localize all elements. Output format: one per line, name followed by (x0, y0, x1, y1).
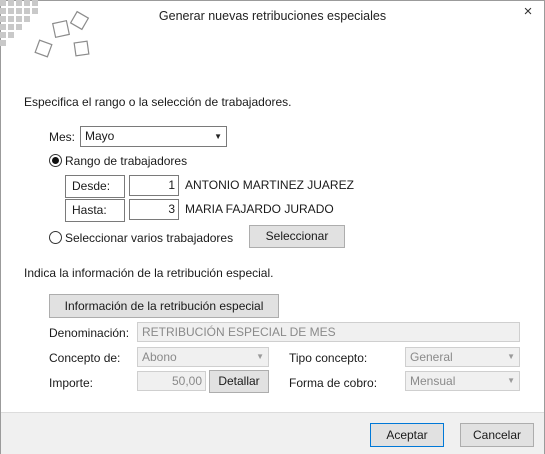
tipo-concepto-label: Tipo concepto: (289, 351, 368, 365)
dialog-title: Generar nuevas retribuciones especiales (158, 9, 387, 23)
forma-cobro-label: Forma de cobro: (289, 376, 378, 390)
forma-cobro-select-value: Mensual (410, 374, 456, 388)
close-icon[interactable]: × (520, 4, 536, 20)
denominacion-label: Denominación: (49, 326, 130, 340)
radio-multi-label[interactable]: Seleccionar varios trabajadores (65, 231, 233, 245)
radio-range-label[interactable]: Rango de trabajadores (65, 154, 187, 168)
mes-select-value: Mayo (85, 129, 115, 143)
hasta-label: Hasta: (65, 199, 125, 222)
info-section-heading: Indica la información de la retribución … (24, 266, 274, 280)
radio-range[interactable] (49, 154, 62, 167)
chevron-down-icon: ▼ (507, 352, 515, 361)
detallar-button[interactable]: Detallar (209, 370, 269, 393)
mes-label: Mes: (49, 130, 76, 144)
radio-multi[interactable] (49, 231, 62, 244)
tipo-concepto-select[interactable]: General ▼ (405, 347, 520, 367)
hasta-worker-name: MARIA FAJARDO JURADO (185, 202, 334, 216)
concepto-select-value: Abono (142, 350, 177, 364)
select-workers-button[interactable]: Seleccionar (249, 225, 345, 248)
desde-worker-name: ANTONIO MARTINEZ JUAREZ (185, 178, 354, 192)
concepto-label: Concepto de: (49, 351, 121, 365)
mes-select[interactable]: Mayo ▼ (80, 126, 227, 147)
hasta-input[interactable]: 3 (129, 199, 179, 220)
denominacion-input[interactable]: RETRIBUCIÓN ESPECIAL DE MES (137, 322, 520, 342)
tipo-concepto-select-value: General (410, 350, 453, 364)
forma-cobro-select[interactable]: Mensual ▼ (405, 371, 520, 391)
importe-input[interactable]: 50,00 (137, 371, 206, 391)
chevron-down-icon: ▼ (256, 352, 264, 361)
radio-range-dot (52, 157, 59, 164)
concepto-select[interactable]: Abono ▼ (137, 347, 269, 367)
chevron-down-icon: ▼ (214, 132, 222, 141)
range-section-heading: Especifica el rango o la selección de tr… (24, 95, 292, 109)
cancel-button[interactable]: Cancelar (460, 423, 534, 447)
accept-button[interactable]: Aceptar (370, 423, 444, 447)
info-retribucion-button[interactable]: Información de la retribución especial (49, 294, 279, 318)
chevron-down-icon: ▼ (507, 376, 515, 385)
desde-label: Desde: (65, 175, 125, 198)
importe-label: Importe: (49, 376, 94, 390)
desde-input[interactable]: 1 (129, 175, 179, 196)
